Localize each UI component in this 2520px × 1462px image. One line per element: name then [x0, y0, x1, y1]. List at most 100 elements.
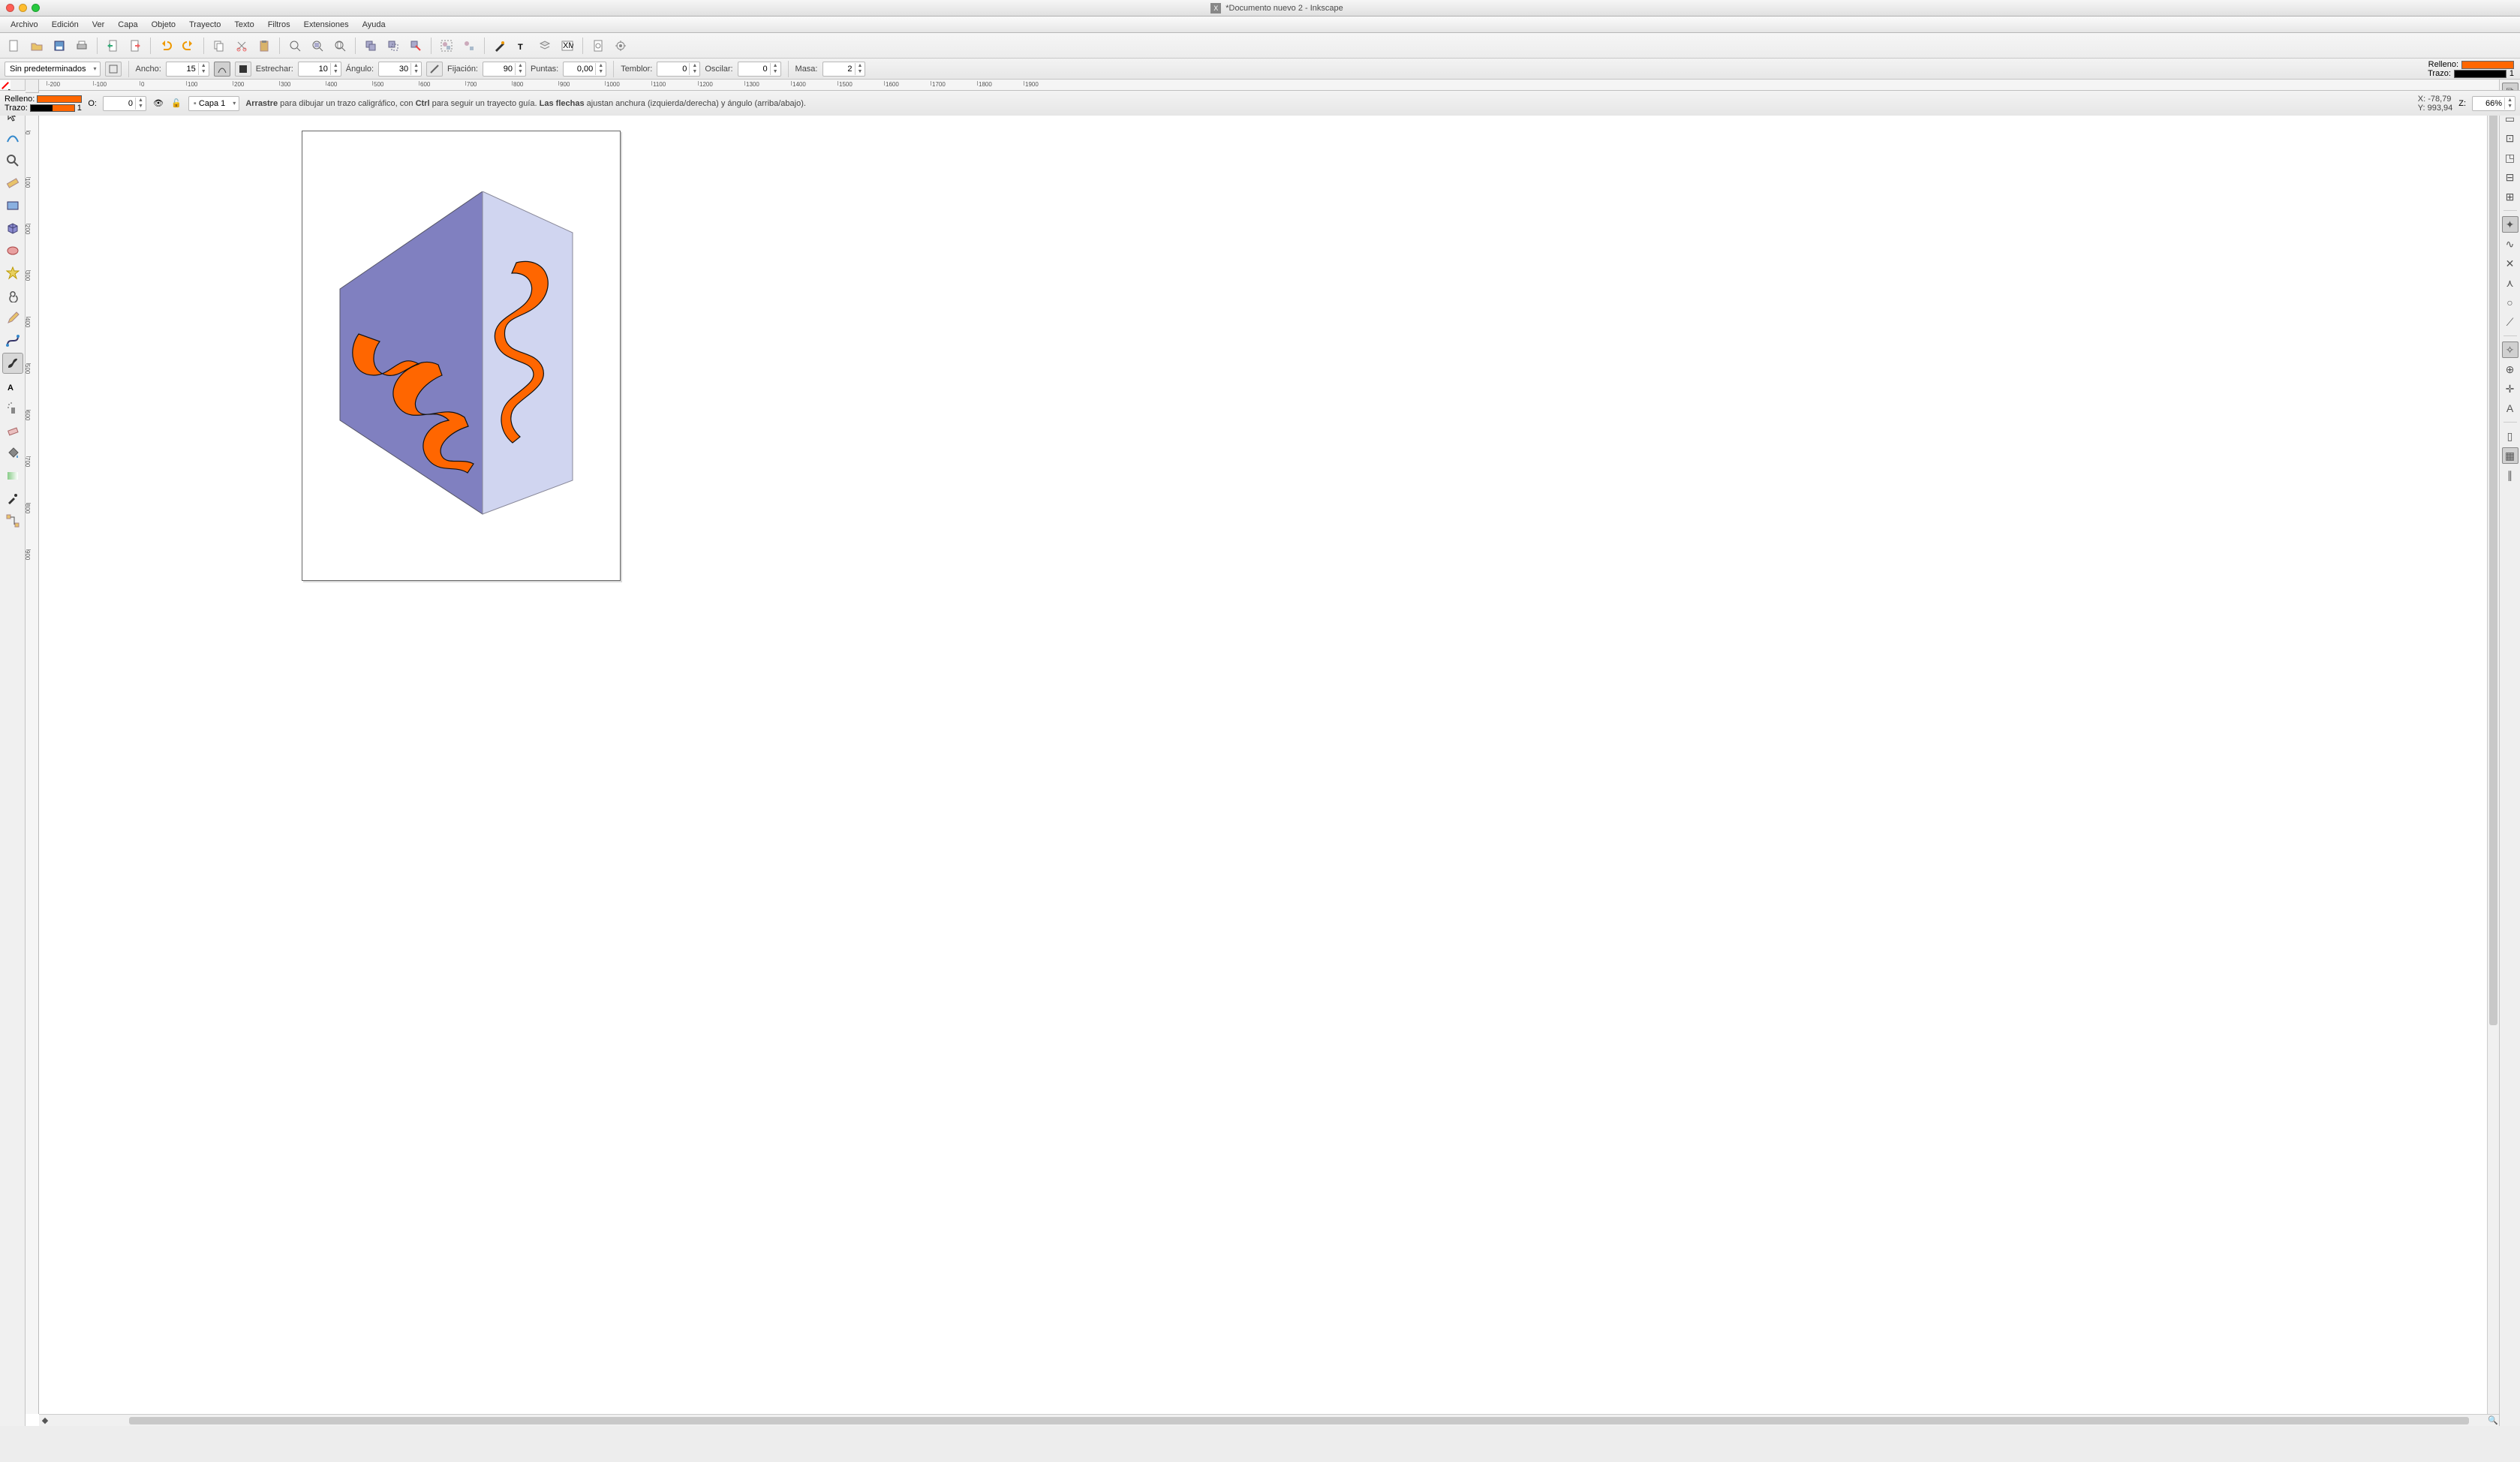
thinning-spinner[interactable]: ▲▼ — [298, 62, 341, 77]
snap-intersection-icon[interactable]: ✕ — [2502, 255, 2518, 272]
paste-icon[interactable] — [254, 36, 274, 56]
zoom-window-icon[interactable] — [32, 4, 40, 12]
snap-page-icon[interactable]: ▯ — [2502, 428, 2518, 444]
snap-other-icon[interactable]: ✧ — [2502, 341, 2518, 358]
ungroup-icon[interactable] — [459, 36, 479, 56]
snap-text-icon[interactable]: A — [2502, 400, 2518, 417]
copy-icon[interactable] — [209, 36, 229, 56]
snap-guide-icon[interactable]: ∥ — [2502, 467, 2518, 483]
eraser-tool-icon[interactable] — [2, 420, 23, 441]
save-icon[interactable] — [50, 36, 69, 56]
undo-icon[interactable] — [156, 36, 176, 56]
opacity-spinner[interactable]: ▲▼ — [103, 96, 146, 111]
export-icon[interactable] — [125, 36, 145, 56]
mass-spinner[interactable]: ▲▼ — [822, 62, 866, 77]
zoom-selection-icon[interactable] — [285, 36, 305, 56]
caps-spinner[interactable]: ▲▼ — [563, 62, 606, 77]
palette-none-swatch[interactable] — [0, 80, 11, 89]
snap-smooth-icon[interactable]: ○ — [2502, 294, 2518, 311]
bezier-tool-icon[interactable] — [2, 330, 23, 351]
tilt-angle-icon[interactable] — [426, 62, 443, 77]
dropper-tool-icon[interactable] — [2, 488, 23, 509]
calligraphy-tool-icon[interactable] — [2, 353, 23, 374]
menu-ver[interactable]: Ver — [86, 18, 111, 32]
menu-filtros[interactable]: Filtros — [262, 18, 296, 32]
horizontal-scrollbar[interactable]: ◆ 🔍 — [39, 1414, 2499, 1426]
preset-combo[interactable]: Sin predeterminados — [5, 62, 101, 77]
xml-icon[interactable]: XML — [558, 36, 577, 56]
canvas[interactable] — [39, 93, 2487, 1414]
snap-bbox-center-icon[interactable]: ⊞ — [2502, 188, 2518, 205]
layers-icon[interactable] — [535, 36, 555, 56]
menu-archivo[interactable]: Archivo — [5, 18, 44, 32]
wiggle-spinner[interactable]: ▲▼ — [738, 62, 781, 77]
trace-bg-icon[interactable] — [235, 62, 251, 77]
ruler-vertical[interactable]: 0100200300400500600700800900 — [26, 93, 39, 1414]
snap-nodes-icon[interactable]: ✦ — [2502, 216, 2518, 233]
menu-edicion[interactable]: Edición — [46, 18, 85, 32]
fixation-spinner[interactable]: ▲▼ — [483, 62, 526, 77]
status-stroke-swatch[interactable] — [30, 104, 75, 112]
snap-center-icon[interactable]: ⊕ — [2502, 361, 2518, 378]
rect-tool-icon[interactable] — [2, 195, 23, 216]
snap-cusp-icon[interactable]: ⋏ — [2502, 275, 2518, 291]
open-icon[interactable] — [27, 36, 47, 56]
star-tool-icon[interactable] — [2, 263, 23, 284]
menu-ayuda[interactable]: Ayuda — [356, 18, 392, 32]
connector-tool-icon[interactable] — [2, 510, 23, 531]
zoom-tool-icon[interactable] — [2, 150, 23, 171]
bucket-tool-icon[interactable] — [2, 443, 23, 464]
layer-visible-icon[interactable]: 👁 — [152, 98, 164, 110]
layer-selector[interactable]: ▪Capa 1 — [188, 96, 239, 111]
3dbox-tool-icon[interactable] — [2, 218, 23, 239]
zoom-spinner[interactable]: ▲▼ — [2472, 96, 2515, 111]
menu-trayecto[interactable]: Trayecto — [183, 18, 227, 32]
edit-preset-icon[interactable] — [105, 62, 122, 77]
new-doc-icon[interactable] — [5, 36, 24, 56]
snap-rotation-icon[interactable]: ✛ — [2502, 381, 2518, 397]
width-spinner[interactable]: ▲▼ — [166, 62, 209, 77]
ellipse-tool-icon[interactable] — [2, 240, 23, 261]
pressure-width-icon[interactable] — [214, 62, 230, 77]
tweak-tool-icon[interactable] — [2, 128, 23, 149]
zoom-corner-icon[interactable]: 🔍 — [2487, 1415, 2499, 1427]
snap-grid-icon[interactable]: ▦ — [2502, 447, 2518, 464]
snap-bbox-corner-icon[interactable]: ◳ — [2502, 149, 2518, 166]
text-dialog-icon[interactable]: T — [513, 36, 532, 56]
unlink-clone-icon[interactable] — [406, 36, 426, 56]
minimize-window-icon[interactable] — [19, 4, 27, 12]
print-icon[interactable] — [72, 36, 92, 56]
tremor-spinner[interactable]: ▲▼ — [657, 62, 700, 77]
spray-tool-icon[interactable] — [2, 398, 23, 419]
prefs-icon[interactable] — [611, 36, 630, 56]
menu-objeto[interactable]: Objeto — [146, 18, 182, 32]
fill-swatch[interactable] — [2461, 61, 2514, 69]
duplicate-icon[interactable] — [361, 36, 380, 56]
snap-midpoint-icon[interactable]: ⟋ — [2502, 314, 2518, 330]
group-icon[interactable] — [437, 36, 456, 56]
text-tool-icon[interactable]: A — [2, 375, 23, 396]
import-icon[interactable] — [103, 36, 122, 56]
angle-spinner[interactable]: ▲▼ — [378, 62, 422, 77]
menu-capa[interactable]: Capa — [112, 18, 143, 32]
close-window-icon[interactable] — [6, 4, 14, 12]
measure-tool-icon[interactable] — [2, 173, 23, 194]
layer-lock-icon[interactable]: 🔓 — [170, 98, 182, 110]
clone-icon[interactable] — [383, 36, 403, 56]
zoom-drawing-icon[interactable] — [308, 36, 327, 56]
zoom-page-icon[interactable] — [330, 36, 350, 56]
gradient-tool-icon[interactable] — [2, 465, 23, 486]
docprops-icon[interactable] — [588, 36, 608, 56]
snap-bbox-midpoint-icon[interactable]: ⊟ — [2502, 169, 2518, 185]
redo-icon[interactable] — [179, 36, 198, 56]
scroll-origin-icon[interactable]: ◆ — [39, 1415, 51, 1427]
vertical-scrollbar[interactable] — [2487, 93, 2499, 1414]
status-fill-swatch[interactable] — [37, 95, 82, 103]
snap-path-icon[interactable]: ∿ — [2502, 236, 2518, 252]
menu-texto[interactable]: Texto — [228, 18, 260, 32]
fill-stroke-icon[interactable] — [490, 36, 510, 56]
canvas-content-3dbox[interactable] — [325, 191, 603, 552]
spiral-tool-icon[interactable] — [2, 285, 23, 306]
snap-bbox-edge-icon[interactable]: ⊡ — [2502, 130, 2518, 146]
cut-icon[interactable] — [232, 36, 251, 56]
